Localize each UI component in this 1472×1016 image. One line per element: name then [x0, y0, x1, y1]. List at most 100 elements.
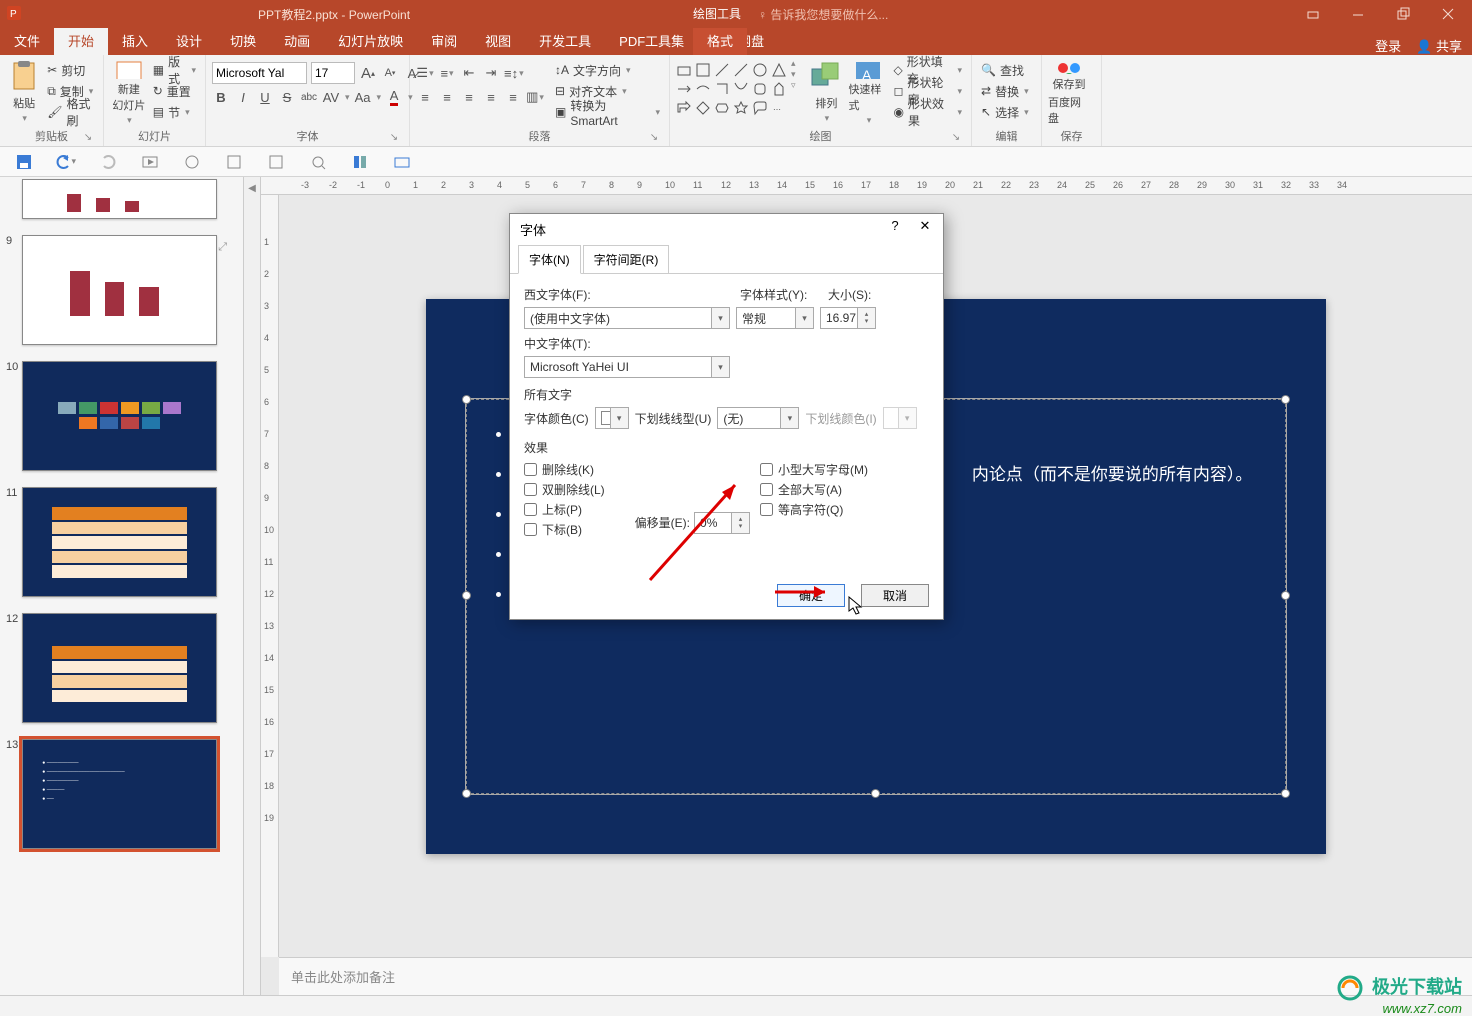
slide-thumbnails-panel[interactable]: 9 ⤢ 10 11 12 13 ● ─────────● ─────────	[0, 177, 244, 995]
justify-button[interactable]: ≡	[482, 88, 500, 106]
tab-insert[interactable]: 插入	[108, 28, 162, 55]
convert-smartart-button[interactable]: ▣转换为 SmartArt▾	[552, 102, 663, 122]
font-dialog-launcher[interactable]: ↘	[387, 130, 401, 144]
slide-thumbnail[interactable]: 10	[0, 357, 243, 483]
numbering-button[interactable]: ≡▾	[438, 64, 456, 82]
qat-save-icon[interactable]	[14, 152, 34, 172]
tab-slideshow[interactable]: 幻灯片放映	[324, 28, 417, 55]
smallcaps-checkbox[interactable]: 小型大写字母(M)	[760, 461, 868, 478]
font-style-combo[interactable]: 常规▾	[736, 307, 814, 329]
chinese-font-combo[interactable]: Microsoft YaHei UI▾	[524, 356, 730, 378]
text-direction-button[interactable]: ↕A文字方向▾	[552, 60, 663, 80]
equal-height-checkbox[interactable]: 等高字符(Q)	[760, 501, 868, 518]
cancel-button[interactable]: 取消	[861, 584, 929, 607]
new-slide-button[interactable]: 新建 幻灯片▾	[110, 58, 148, 126]
paste-button[interactable]: 粘贴▾	[6, 58, 42, 126]
outline-collapse-toggle[interactable]: ◀	[244, 177, 261, 995]
underline-type-combo[interactable]: (无)▾	[717, 407, 799, 429]
cut-button[interactable]: ✂剪切	[44, 60, 97, 80]
slide-thumbnail[interactable]: 9 ⤢	[0, 231, 243, 357]
qat-tool4-icon[interactable]	[350, 152, 370, 172]
font-name-input[interactable]	[212, 62, 307, 84]
tab-animation[interactable]: 动画	[270, 28, 324, 55]
close-button[interactable]	[1425, 0, 1470, 28]
char-spacing-button[interactable]: AV	[322, 88, 340, 106]
qat-tool1-icon[interactable]	[224, 152, 244, 172]
superscript-checkbox[interactable]: 上标(P)	[524, 501, 605, 518]
minimize-button[interactable]	[1335, 0, 1380, 28]
allcaps-checkbox[interactable]: 全部大写(A)	[760, 481, 868, 498]
qat-redo-icon[interactable]	[98, 152, 118, 172]
subscript-checkbox[interactable]: 下标(B)	[524, 521, 605, 538]
qat-tool5-icon[interactable]	[392, 152, 412, 172]
drawing-dialog-launcher[interactable]: ↘	[949, 130, 963, 144]
find-button[interactable]: 🔍查找	[978, 60, 1032, 80]
align-left-button[interactable]: ≡	[416, 88, 434, 106]
dialog-tab-font[interactable]: 字体(N)	[518, 245, 581, 274]
qat-tool2-icon[interactable]	[266, 152, 286, 172]
format-painter-button[interactable]: 🖌格式刷	[44, 102, 97, 122]
italic-button[interactable]: I	[234, 88, 252, 106]
strike-button[interactable]: S	[278, 88, 296, 106]
dialog-close-button[interactable]: ✕	[913, 218, 937, 238]
qat-start-icon[interactable]	[140, 152, 160, 172]
double-strike-checkbox[interactable]: 双删除线(L)	[524, 481, 605, 498]
tell-me-input[interactable]: 告诉我您想要做什么...	[770, 8, 888, 22]
reset-button[interactable]: ↻重置	[150, 81, 199, 101]
tab-format[interactable]: 格式	[693, 28, 747, 55]
select-button[interactable]: ↖选择▾	[978, 102, 1032, 122]
replace-button[interactable]: ⇄替换▾	[978, 81, 1032, 101]
decrease-indent-button[interactable]: ⇤	[460, 64, 478, 82]
slide-thumbnail[interactable]: 12	[0, 609, 243, 735]
increase-indent-button[interactable]: ⇥	[482, 64, 500, 82]
western-font-combo[interactable]: (使用中文字体)▾	[524, 307, 730, 329]
login-link[interactable]: 登录	[1375, 36, 1401, 55]
restore-button[interactable]	[1380, 0, 1425, 28]
shape-effects-button[interactable]: ◉形状效果▾	[891, 102, 965, 122]
align-right-button[interactable]: ≡	[460, 88, 478, 106]
bold-button[interactable]: B	[212, 88, 230, 106]
qat-undo-icon[interactable]: ▾	[56, 152, 76, 172]
change-case-button[interactable]: Aa	[354, 88, 372, 106]
tab-review[interactable]: 审阅	[417, 28, 471, 55]
grow-font-button[interactable]: A▴	[359, 64, 377, 82]
slide-thumbnail[interactable]	[0, 179, 243, 231]
strike-checkbox[interactable]: 删除线(K)	[524, 461, 605, 478]
tab-view[interactable]: 视图	[471, 28, 525, 55]
quick-styles-button[interactable]: A 快速样式▾	[848, 58, 888, 126]
shadow-button[interactable]: abc	[300, 88, 318, 106]
tab-pdf[interactable]: PDF工具集	[605, 28, 698, 55]
tab-design[interactable]: 设计	[162, 28, 216, 55]
clipboard-dialog-launcher[interactable]: ↘	[81, 130, 95, 144]
arrange-button[interactable]: 排列▾	[806, 58, 846, 126]
shapes-gallery[interactable]: ⋯	[676, 62, 789, 118]
slide-thumbnail[interactable]: 13 ● ─────────● ──────────────────────● …	[0, 735, 243, 861]
shrink-font-button[interactable]: A▾	[381, 64, 399, 82]
tab-home[interactable]: 开始	[54, 28, 108, 55]
line-spacing-button[interactable]: ≡↕▾	[504, 64, 524, 82]
columns-button[interactable]: ▥▾	[526, 88, 544, 106]
save-to-baidu-button[interactable]: 保存到 百度网盘	[1048, 58, 1090, 126]
paragraph-dialog-launcher[interactable]: ↘	[647, 130, 661, 144]
align-center-button[interactable]: ≡	[438, 88, 456, 106]
font-color-button[interactable]: A	[385, 88, 403, 106]
layout-button[interactable]: ▦版式▾	[150, 60, 199, 80]
tab-file[interactable]: 文件	[0, 28, 54, 55]
tab-developer[interactable]: 开发工具	[525, 28, 605, 55]
dialog-tab-spacing[interactable]: 字符间距(R)	[583, 245, 670, 274]
distribute-button[interactable]: ≡	[504, 88, 522, 106]
bullets-button[interactable]: ☰▾	[416, 64, 434, 82]
qat-touch-icon[interactable]	[182, 152, 202, 172]
dialog-help-button[interactable]: ?	[885, 218, 905, 238]
font-size-spinner[interactable]: 16.97▴▾	[820, 307, 876, 329]
qat-tool3-icon[interactable]	[308, 152, 328, 172]
font-size-input[interactable]	[311, 62, 355, 84]
font-color-picker[interactable]: ▾	[595, 407, 629, 429]
tab-transition[interactable]: 切换	[216, 28, 270, 55]
slide-thumbnail[interactable]: 11	[0, 483, 243, 609]
notes-pane[interactable]: 单击此处添加备注	[279, 957, 1472, 995]
underline-button[interactable]: U	[256, 88, 274, 106]
share-button[interactable]: 👤 共享	[1416, 36, 1462, 55]
ribbon-display-options[interactable]	[1290, 0, 1335, 28]
section-button[interactable]: ▤节▾	[150, 102, 199, 122]
